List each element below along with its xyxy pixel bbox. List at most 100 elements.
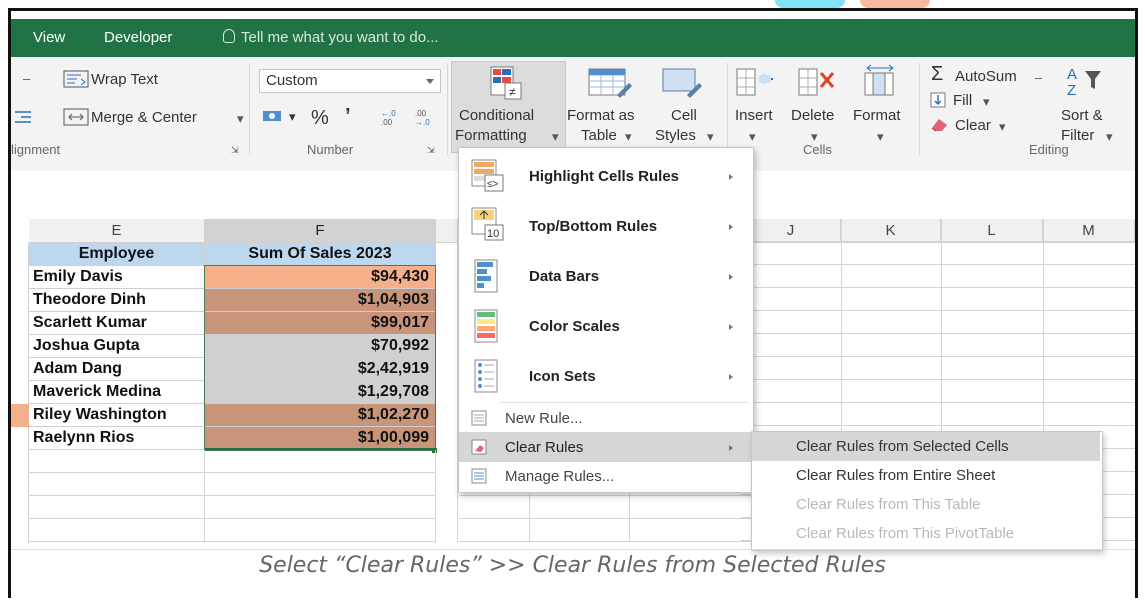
- menu-item-new-rule[interactable]: New Rule...: [459, 404, 751, 432]
- menu-item-data-bars[interactable]: Data Bars: [459, 252, 751, 300]
- percent-style-button[interactable]: %: [311, 107, 329, 130]
- chevron-down-icon: ▾: [707, 129, 714, 144]
- cond-fmt-label-1: Conditional: [459, 107, 535, 124]
- employee-cell[interactable]: Scarlett Kumar: [29, 312, 205, 335]
- submenu-clear-this-pivottable: Clear Rules from This PivotTable: [796, 525, 1015, 542]
- delete-button[interactable]: Delete: [791, 107, 834, 124]
- employee-cell[interactable]: Theodore Dinh: [29, 289, 205, 312]
- svg-text:A: A: [1067, 66, 1077, 83]
- header-employee[interactable]: Employee: [29, 243, 205, 266]
- empty-cell[interactable]: [205, 519, 436, 542]
- format-as-table-label-2[interactable]: Table: [581, 127, 617, 144]
- highlight-cells-label: Highlight Cells Rules: [529, 168, 680, 185]
- empty-cell[interactable]: [29, 450, 205, 473]
- employee-cell[interactable]: Raelynn Rios: [29, 427, 205, 450]
- color-scales-label: Color Scales: [529, 318, 620, 335]
- menu-item-color-scales[interactable]: Color Scales: [459, 302, 751, 350]
- group-separator: [919, 63, 920, 155]
- chevron-down-icon: –: [1035, 70, 1043, 85]
- wrap-text-button[interactable]: Wrap Text: [91, 71, 158, 88]
- decrease-decimal-icon[interactable]: .00→.0: [411, 107, 439, 127]
- empty-cell[interactable]: [205, 496, 436, 519]
- menu-item-highlight-cells-rules[interactable]: ≤> Highlight Cells Rules: [459, 152, 751, 200]
- empty-cell[interactable]: [205, 473, 436, 496]
- svg-text:←.0: ←.0: [381, 109, 396, 118]
- chevron-down-icon: ▾: [749, 129, 756, 144]
- chevron-right-icon: [729, 445, 733, 451]
- data-bars-label: Data Bars: [529, 268, 600, 285]
- chevron-right-icon: [729, 274, 733, 280]
- manage-rules-icon: [471, 468, 487, 484]
- employee-cell[interactable]: Emily Davis: [29, 266, 205, 289]
- header-sum-sales[interactable]: Sum Of Sales 2023: [205, 243, 436, 266]
- column-header-e[interactable]: E: [29, 219, 205, 243]
- submenu-clear-entire-sheet[interactable]: Clear Rules from Entire Sheet: [752, 461, 1100, 490]
- ribbon-tab-bar: View Developer Tell me what you want to …: [11, 19, 1135, 57]
- clear-button[interactable]: Clear: [955, 117, 991, 134]
- number-dialog-launcher[interactable]: ⇲: [427, 145, 435, 156]
- number-format-combo[interactable]: Custom: [259, 69, 441, 93]
- svg-text:≠: ≠: [509, 85, 516, 99]
- chevron-down-icon: ▾: [877, 129, 884, 144]
- tell-me-box[interactable]: Tell me what you want to do...: [223, 29, 439, 46]
- chevron-down-icon: ▾: [983, 94, 990, 109]
- menu-item-manage-rules[interactable]: Manage Rules...: [459, 462, 751, 490]
- format-as-table-label-1[interactable]: Format as: [567, 107, 635, 124]
- top-decoration-peach: [860, 0, 930, 8]
- alignment-dialog-launcher[interactable]: ⇲: [231, 145, 239, 156]
- employee-cell[interactable]: Adam Dang: [29, 358, 205, 381]
- cell-styles-label-1[interactable]: Cell: [671, 107, 697, 124]
- employee-cell[interactable]: Maverick Medina: [29, 381, 205, 404]
- tab-view[interactable]: View: [33, 29, 65, 46]
- accounting-dropdown-arrow[interactable]: ▾: [289, 109, 296, 125]
- merge-center-icon: [63, 108, 89, 126]
- format-button[interactable]: Format: [853, 107, 901, 124]
- empty-cell[interactable]: [29, 519, 205, 542]
- employee-cell[interactable]: Joshua Gupta: [29, 335, 205, 358]
- svg-text:→.0: →.0: [415, 118, 430, 127]
- merge-dropdown-arrow[interactable]: ▾: [237, 111, 244, 127]
- chevron-down-icon: ▾: [552, 129, 559, 144]
- employee-cell[interactable]: Riley Washington: [29, 404, 205, 427]
- comma-style-button[interactable]: ’: [345, 105, 351, 128]
- row-marker: [11, 404, 29, 427]
- insert-cells-icon: [736, 68, 773, 96]
- menu-item-top-bottom-rules[interactable]: 10 Top/Bottom Rules: [459, 202, 751, 250]
- fill-button[interactable]: Fill: [953, 92, 972, 109]
- menu-item-clear-rules[interactable]: Clear Rules: [459, 432, 751, 462]
- top-bottom-icon: 10: [471, 207, 504, 241]
- caption: Select “Clear Rules” >> Clear Rules from…: [259, 553, 886, 578]
- autosum-button[interactable]: AutoSum: [955, 68, 1017, 85]
- chevron-right-icon: [729, 174, 733, 180]
- sort-filter-label-1[interactable]: Sort &: [1061, 107, 1103, 124]
- accounting-format-icon[interactable]: [261, 107, 285, 127]
- alignment-group-label: lignment: [11, 142, 61, 157]
- highlight-cells-icon: ≤>: [471, 159, 504, 192]
- color-scales-icon: [474, 309, 498, 343]
- delete-cells-icon: [798, 68, 835, 96]
- manage-rules-label: Manage Rules...: [505, 468, 615, 485]
- screenshot-frame: View Developer Tell me what you want to …: [8, 8, 1138, 598]
- increase-decimal-icon[interactable]: ←.0.00: [377, 107, 405, 127]
- empty-cell[interactable]: [29, 496, 205, 519]
- icon-sets-label: Icon Sets: [529, 368, 596, 385]
- submenu-clear-selected-cells[interactable]: Clear Rules from Selected Cells: [752, 432, 1100, 461]
- chevron-down-icon: ▾: [625, 129, 632, 144]
- tab-developer[interactable]: Developer: [104, 29, 172, 46]
- number-format-value: Custom: [266, 72, 318, 89]
- align-dropdown-arrow[interactable]: –: [23, 71, 30, 86]
- menu-item-icon-sets[interactable]: Icon Sets: [459, 352, 751, 400]
- empty-cell[interactable]: [29, 473, 205, 496]
- merge-center-button[interactable]: Merge & Center: [91, 109, 197, 126]
- cell-styles-label-2[interactable]: Styles: [655, 127, 696, 144]
- group-separator: [447, 63, 448, 155]
- insert-button[interactable]: Insert: [735, 107, 773, 124]
- column-header-f[interactable]: F: [205, 219, 436, 243]
- indent-icon[interactable]: [13, 109, 33, 125]
- data-bars-icon: [474, 259, 498, 293]
- empty-cell[interactable]: [205, 450, 436, 473]
- editing-group-label: Editing: [1029, 142, 1069, 157]
- clear-rules-label: Clear Rules: [505, 439, 584, 456]
- svg-text:.00: .00: [415, 109, 427, 118]
- column-header-g[interactable]: [436, 219, 458, 243]
